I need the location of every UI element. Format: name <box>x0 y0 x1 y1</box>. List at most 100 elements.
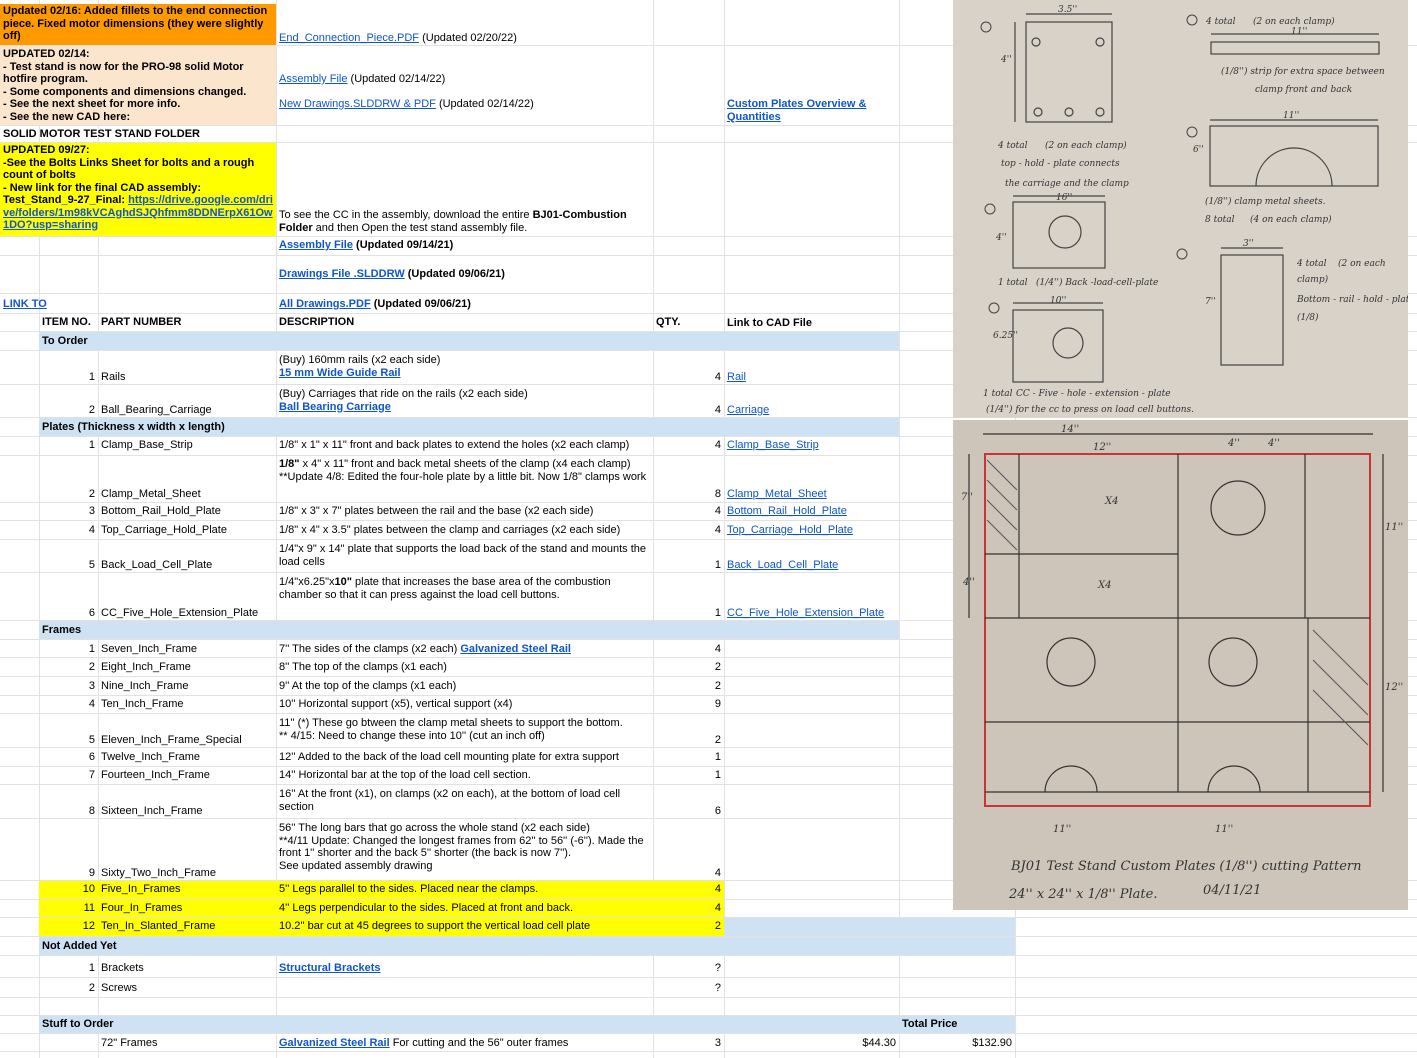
cad-link-cell: Bottom_Rail_Hold_Plate <box>724 504 899 520</box>
drawings-file-link[interactable]: Drawings File .SLDDRW <box>279 268 405 280</box>
assembly-file-cell: Assembly File (Updated 09/14/21) <box>276 238 653 253</box>
assembly-file-date: (Updated 09/14/21) <box>352 239 454 251</box>
sketch-label: 4 total <box>997 141 1028 151</box>
sketch-label: 10'' <box>1050 296 1066 306</box>
assembly-0214-date: (Updated 02/14/22) <box>347 73 446 85</box>
description: 10.2'' bar cut at 45 degrees to support … <box>276 918 653 936</box>
part-number: Eleven_Inch_Frame_Special <box>101 733 242 746</box>
quantity: 4 <box>714 439 721 451</box>
sketch-photo-cutting-pattern: 14'' 12'' 4'' 4'' 7'' X4 X4 11'' 4'' 12'… <box>953 420 1408 910</box>
total-price: $132.90 <box>972 1037 1012 1049</box>
part-number: Four_In_Frames <box>98 900 276 917</box>
description-text: 7'' The sides of the clamps (x2 each) <box>279 643 461 655</box>
part-number: Twelve_Inch_Frame <box>101 751 201 763</box>
description-bold: 1/8" <box>279 458 300 470</box>
sketch-label: 12'' <box>1093 442 1111 453</box>
description: 16'' At the front (x1), on clamps (x2 on… <box>279 788 621 813</box>
description: (Buy) Carriages that ride on the rails (… <box>276 387 653 417</box>
galvanized-steel-rail-link[interactable]: Galvanized Steel Rail <box>279 1037 390 1049</box>
sketch-label: clamp) <box>1297 274 1329 285</box>
sketch-label: (1/8) <box>1297 312 1319 323</box>
sketch-label: 11'' <box>1283 111 1299 121</box>
note-0214-line: - Test stand is now for the PRO-98 solid… <box>3 60 244 86</box>
carriage-link[interactable]: Ball Bearing Carriage <box>279 401 650 414</box>
all-drawings-date: (Updated 09/06/21) <box>370 298 471 310</box>
new-drawings-date: (Updated 02/14/22) <box>435 98 534 110</box>
item-no: 2 <box>88 487 95 500</box>
quantity: 4 <box>653 881 724 899</box>
sketch-label: (1/4'') Back -load-cell-plate <box>1036 277 1158 288</box>
quantity: 1 <box>714 751 721 763</box>
header-total-price: Total Price <box>899 1016 1015 1033</box>
description: 1/8" x 4" x 3.5" plates between the clam… <box>279 524 621 536</box>
description: 1/8" x 4" x 11" front and back metal she… <box>276 457 653 502</box>
part-number: Eight_Inch_Frame <box>101 661 191 673</box>
cad-link-cc-five-hole-extension-plate[interactable]: CC_Five_Hole_Extension_Plate <box>727 607 896 620</box>
item-no: 5 <box>88 558 95 571</box>
cad-link-bottom-rail-hold-plate[interactable]: Bottom_Rail_Hold_Plate <box>727 505 847 517</box>
end-connection-link[interactable]: End_Connection_Piece.PDF <box>279 32 419 44</box>
part-number: Ten_Inch_Frame <box>101 698 184 710</box>
all-drawings-cell: All Drawings.PDF (Updated 09/06/21) <box>276 297 653 312</box>
sketch-label: 4'' <box>962 577 975 588</box>
header-cad-link: Link to CAD File <box>727 317 812 329</box>
part-number: Rails <box>101 370 126 383</box>
part-number: Five_In_Frames <box>98 881 276 899</box>
item-no: 2 <box>88 661 95 673</box>
item-no: 1 <box>88 962 95 974</box>
galvanized-steel-rail-link[interactable]: Galvanized Steel Rail <box>460 643 571 655</box>
sketch-label: (4 on each clamp) <box>1250 214 1332 225</box>
part-number: Bottom_Rail_Hold_Plate <box>101 505 221 517</box>
description: 14'' Horizontal bar at the top of the lo… <box>279 769 531 781</box>
folder-title: SOLID MOTOR TEST STAND FOLDER <box>3 128 200 140</box>
all-drawings-link[interactable]: All Drawings.PDF <box>279 298 371 310</box>
new-drawings-link[interactable]: New Drawings.SLDDRW & PDF <box>279 98 436 110</box>
cad-link-clamp-base-strip[interactable]: Clamp_Base_Strip <box>727 439 819 451</box>
quantity: 1 <box>714 606 721 619</box>
sketch-label: 1 total <box>983 389 1013 399</box>
assembly-0214-link[interactable]: Assembly File <box>279 73 347 85</box>
item-no: 3 <box>88 505 95 517</box>
sketch-label: CC - Five - hole - extension - plate <box>1016 389 1171 399</box>
drawings-file-date: (Updated 09/06/21) <box>404 268 505 280</box>
sketch-label: (1/4'') for the cc to press on load cell… <box>986 404 1194 415</box>
sketch-label: 4'' <box>995 233 1007 243</box>
description-text: x 4" x 11" front and back metal sheets o… <box>279 458 647 483</box>
description: 1/8" x 3" x 7" plates between the rail a… <box>279 505 594 517</box>
sketch-label: (1/8'') clamp metal sheets. <box>1205 196 1326 207</box>
cc-note-text: and then Open the test stand assembly fi… <box>312 221 528 234</box>
unit-price: $44.30 <box>862 1037 896 1049</box>
sketch-label: 3.5'' <box>1058 5 1077 15</box>
sketch-label: 7'' <box>961 492 973 503</box>
quantity: 2 <box>653 918 724 936</box>
item-no: 6 <box>88 751 95 763</box>
part-number: Top_Carriage_Hold_Plate <box>101 524 227 536</box>
part-number: Ten_In_Slanted_Frame <box>98 918 276 936</box>
description-text: For cutting and the 56" outer frames <box>389 1037 569 1049</box>
header-part-number: PART NUMBER <box>101 316 182 328</box>
link-to-folder[interactable]: LINK TO FOLDER <box>0 297 98 312</box>
header-item-no: ITEM NO. <box>42 316 91 328</box>
custom-plates-link[interactable]: Custom Plates Overview & Quantities <box>724 97 899 125</box>
guide-rail-link[interactable]: 15 mm Wide Guide Rail <box>279 367 650 380</box>
quantity: 4 <box>714 403 721 416</box>
part-number: Sixteen_Inch_Frame <box>101 804 203 817</box>
cad-link-back-load-cell-plate[interactable]: Back_Load_Cell_Plate <box>727 559 896 572</box>
description: 9'' At the top of the clamps (x1 each) <box>279 680 457 692</box>
cad-link-rail[interactable]: Rail <box>727 371 896 384</box>
sketch-label: 6.25'' <box>993 331 1018 341</box>
cad-link-carriage[interactable]: Carriage <box>727 404 896 417</box>
cad-link-top-carriage-hold-plate[interactable]: Top_Carriage_Hold_Plate <box>727 524 853 536</box>
cad-link-cell: Clamp_Base_Strip <box>724 438 899 454</box>
header-qty: QTY. <box>656 316 681 328</box>
assembly-file-link[interactable]: Assembly File <box>279 239 353 251</box>
item-no: 1 <box>88 370 95 383</box>
structural-brackets-link[interactable]: Structural Brackets <box>276 961 653 976</box>
cad-link-clamp-metal-sheet[interactable]: Clamp_Metal_Sheet <box>727 488 896 501</box>
part-number: Fourteen_Inch_Frame <box>101 769 210 781</box>
sketch-label: (2 on each <box>1338 258 1386 269</box>
description: 1/4"x6.25"x10" plate that increases the … <box>276 575 653 605</box>
cad-link-cell: Back_Load_Cell_Plate <box>724 540 899 572</box>
part-number: Screws <box>101 982 138 994</box>
sketch-label: 6'' <box>1193 145 1204 155</box>
